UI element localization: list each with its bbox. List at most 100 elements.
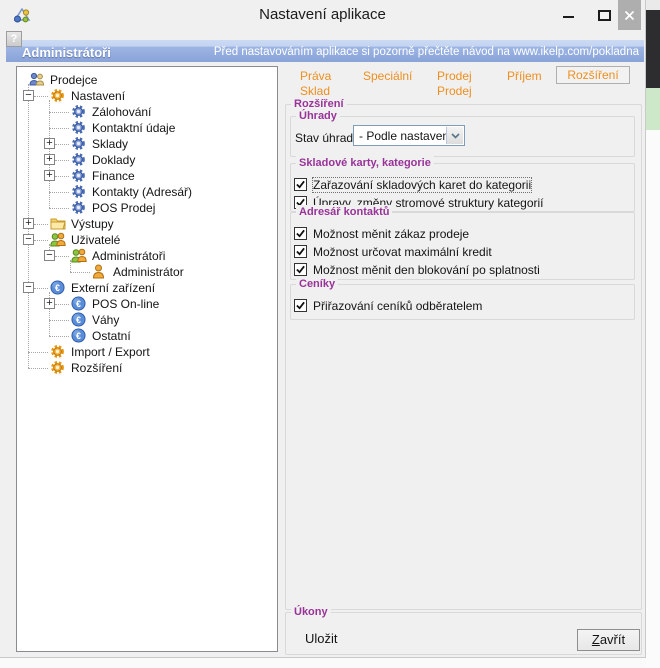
minimize-icon xyxy=(563,16,574,18)
tab-rozsireni-selected[interactable]: Rozšíření xyxy=(556,66,630,84)
checkbox-group: CeníkyPřiřazování ceníků odběratelem xyxy=(290,284,635,320)
tree-item-label[interactable]: Výstupy xyxy=(71,217,114,231)
tree-item-label[interactable]: Finance xyxy=(92,169,135,183)
checkbox-checked[interactable] xyxy=(294,245,307,258)
close-button[interactable] xyxy=(618,0,641,30)
tree-row: − Administrátoři xyxy=(17,248,277,264)
group-uhrady: Úhrady Stav úhrad - Podle nastavení - xyxy=(290,116,635,157)
stav-uhrad-select[interactable]: - Podle nastavení - xyxy=(353,125,465,146)
checkbox-checked[interactable] xyxy=(294,263,307,276)
tree-item-label[interactable]: Kontakty (Adresář) xyxy=(92,185,192,199)
euro-icon: € xyxy=(50,280,66,296)
tree-row: + Sklady xyxy=(17,136,277,152)
tree-item-label[interactable]: Sklady xyxy=(92,137,128,151)
tree-connector-line xyxy=(55,160,69,161)
tree-row: − Nastavení xyxy=(17,88,277,104)
tree-row: Import / Export xyxy=(17,344,277,360)
settings-tree-panel: Prodejce − Nastavení Zálohování Kontaktní úd… xyxy=(16,66,278,652)
tree-connector-line xyxy=(55,256,69,257)
tab-specialni[interactable]: Speciální xyxy=(363,69,412,83)
expand-icon[interactable]: + xyxy=(23,218,34,229)
tree-item-label[interactable]: Uživatelé xyxy=(71,233,120,247)
tree-connector-line xyxy=(55,176,69,177)
tree-item-label[interactable]: Prodejce xyxy=(50,73,97,87)
tree-item-label[interactable]: Administrátor xyxy=(113,265,184,279)
save-button[interactable]: Uložit xyxy=(305,631,338,646)
tree-row: Kontakty (Adresář) xyxy=(17,184,277,200)
collapse-icon[interactable]: − xyxy=(23,282,34,293)
gear-blue-icon xyxy=(71,104,87,120)
tree-item-label[interactable]: POS Prodej xyxy=(92,201,155,215)
tree-item-label[interactable]: Ostatní xyxy=(92,329,131,343)
settings-window: Nastavení aplikace ? Administrátoři Před… xyxy=(0,0,646,658)
tree-item-label[interactable]: POS On-line xyxy=(92,297,159,311)
tree-connector-line xyxy=(55,304,69,305)
tree-connector-line xyxy=(49,336,69,337)
tree-item-label[interactable]: Administrátoři xyxy=(92,249,165,263)
tree: Prodejce − Nastavení Zálohování Kontaktní úd… xyxy=(17,67,277,651)
desktop-background xyxy=(646,88,660,130)
tree-row: − € Externí zařízení xyxy=(17,280,277,296)
group-title: Adresář kontaktů xyxy=(296,205,392,220)
tree-item-label[interactable]: Import / Export xyxy=(71,345,150,359)
tree-item-label[interactable]: Kontaktní údaje xyxy=(92,121,175,135)
tree-item-label[interactable]: Váhy xyxy=(92,313,119,327)
group-title: Úhrady xyxy=(296,109,340,124)
tab-sklad[interactable]: Sklad xyxy=(300,84,330,98)
checkbox-checked[interactable] xyxy=(294,227,307,240)
tree-item-label[interactable]: Nastavení xyxy=(71,89,125,103)
tree-row: Administrátor xyxy=(17,264,277,280)
tree-connector-line xyxy=(34,96,48,97)
checkbox-label[interactable]: Možnost měnit den blokování po splatnost… xyxy=(313,263,540,277)
dropdown-button[interactable] xyxy=(446,127,463,144)
tree-connector-line xyxy=(34,224,48,225)
window-title: Nastavení aplikace xyxy=(0,6,645,23)
title-bar: Nastavení aplikace xyxy=(0,0,645,30)
gear-orange-icon xyxy=(50,344,66,360)
check-icon xyxy=(296,229,305,238)
help-button[interactable]: ? xyxy=(6,31,22,47)
tree-row: €Ostatní xyxy=(17,328,277,344)
checkbox-label[interactable]: Přiřazování ceníků odběratelem xyxy=(313,299,482,313)
tree-connector-line xyxy=(49,208,69,209)
tree-row: POS Prodej xyxy=(17,200,277,216)
collapse-icon[interactable]: − xyxy=(23,234,34,245)
checkbox-label[interactable]: Zařazování skladových karet do kategorii xyxy=(313,178,531,192)
tree-row: Zálohování xyxy=(17,104,277,120)
tree-connector-line xyxy=(28,368,48,369)
desktop-background xyxy=(646,130,660,668)
checkbox-checked[interactable] xyxy=(294,299,307,312)
expand-icon[interactable]: + xyxy=(44,138,55,149)
selected-option: - Podle nastavení - xyxy=(359,129,460,143)
gear-blue-icon xyxy=(71,184,87,200)
checkbox-label[interactable]: Možnost určovat maximální kredit xyxy=(313,245,492,259)
expand-icon[interactable]: + xyxy=(44,170,55,181)
check-icon xyxy=(296,247,305,256)
expand-icon[interactable]: + xyxy=(44,298,55,309)
tab-prijem[interactable]: Příjem xyxy=(507,69,542,83)
collapse-icon[interactable]: − xyxy=(23,90,34,101)
tree-connector-line xyxy=(55,144,69,145)
checkbox-label[interactable]: Možnost měnit zákaz prodeje xyxy=(313,227,469,241)
folder-icon xyxy=(50,216,66,232)
tab-prodej-2[interactable]: Prodej xyxy=(437,84,472,98)
tree-item-label[interactable]: Zálohování xyxy=(92,105,151,119)
chevron-down-icon xyxy=(451,133,460,139)
gear-blue-icon xyxy=(71,152,87,168)
close-dialog-button[interactable]: Zavřít xyxy=(577,629,640,651)
checkbox-checked[interactable] xyxy=(294,178,307,191)
tree-connector-line xyxy=(49,112,69,113)
tree-item-label[interactable]: Externí zařízení xyxy=(71,281,155,295)
collapse-icon[interactable]: − xyxy=(44,250,55,261)
minimize-button[interactable] xyxy=(557,4,581,26)
tab-prava[interactable]: Práva xyxy=(300,69,331,83)
gear-orange-icon xyxy=(50,88,66,104)
tab-prodej-1[interactable]: Prodej xyxy=(437,69,472,83)
checkbox-group: Adresář kontaktůMožnost měnit zákaz prod… xyxy=(290,212,635,280)
euro-icon: € xyxy=(71,296,87,312)
maximize-button[interactable] xyxy=(592,4,616,26)
tree-item-label[interactable]: Doklady xyxy=(92,153,135,167)
users-icon xyxy=(71,248,87,264)
tree-item-label[interactable]: Rozšíření xyxy=(71,361,122,375)
expand-icon[interactable]: + xyxy=(44,154,55,165)
